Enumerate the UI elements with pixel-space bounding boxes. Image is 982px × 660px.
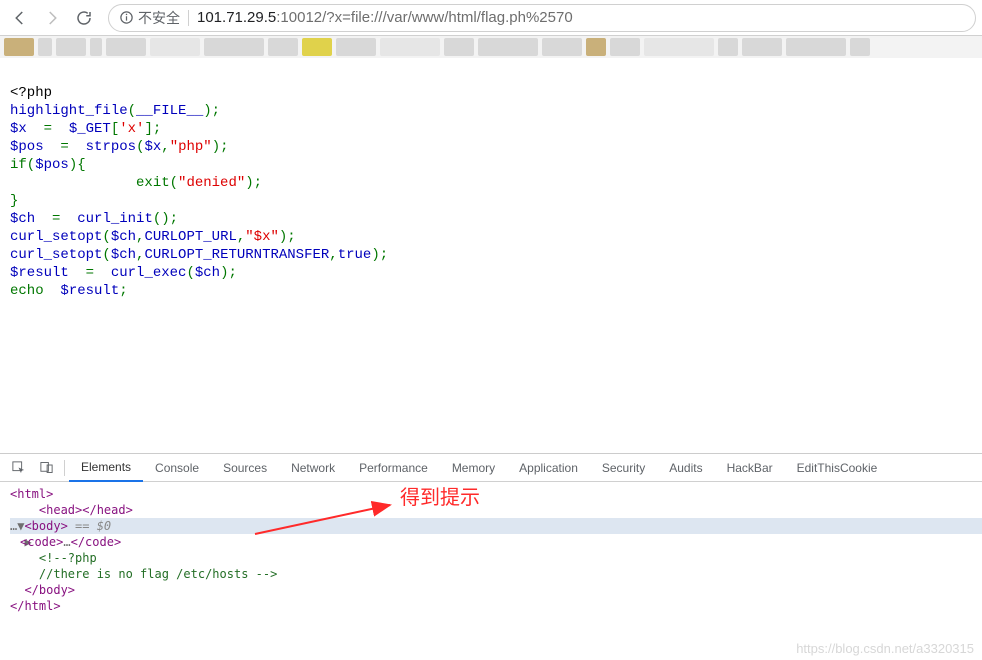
tab-memory[interactable]: Memory [440,454,507,482]
back-button[interactable] [6,4,34,32]
device-icon [39,460,54,475]
address-separator [188,10,189,26]
dom-html-open[interactable]: <html> [10,487,53,501]
dom-comment-l2[interactable]: //there is no flag /etc/hosts --> [10,567,277,581]
code-l1: <?php [10,85,52,101]
tab-console[interactable]: Console [143,454,211,482]
tab-audits[interactable]: Audits [657,454,714,482]
dom-code-row[interactable]: ▶<code>…</code> [10,534,982,550]
watermark: https://blog.csdn.net/a3320315 [796,641,974,656]
annotation-text: 得到提示 [400,490,480,506]
url-host: 101.71.29.5 [197,9,276,26]
insecure-label: 不安全 [138,8,180,28]
device-toolbar-button[interactable] [32,460,60,475]
page-content: <?php highlight_file(__FILE__); $x = $_G… [0,58,982,453]
dom-html-close[interactable]: </html> [10,599,61,613]
tab-hackbar[interactable]: HackBar [715,454,785,482]
info-icon [119,10,134,25]
devtools-panel: Elements Console Sources Network Perform… [0,453,982,660]
address-bar[interactable]: 不安全 101.71.29.5:10012/?x=file:///var/www… [108,4,976,32]
forward-button[interactable] [38,4,66,32]
tab-application[interactable]: Application [507,454,590,482]
reload-icon [75,9,93,27]
arrow-left-icon [11,9,29,27]
dom-head[interactable]: <head></head> [24,503,132,517]
tab-editthiscookie[interactable]: EditThisCookie [785,454,890,482]
tab-elements[interactable]: Elements [69,454,143,482]
insecure-badge[interactable]: 不安全 [119,8,180,28]
tab-strip-blur [0,36,982,58]
reload-button[interactable] [70,4,98,32]
dom-body-close[interactable]: </body> [10,583,75,597]
inspect-icon [11,460,26,475]
inspect-element-button[interactable] [4,460,32,475]
tab-sources[interactable]: Sources [211,454,279,482]
tab-performance[interactable]: Performance [347,454,440,482]
arrow-right-icon [43,9,61,27]
url-path: :10012/?x=file:///var/www/html/flag.ph%2… [276,9,572,26]
devtools-tabbar: Elements Console Sources Network Perform… [0,454,982,482]
tab-network[interactable]: Network [279,454,347,482]
elements-tree[interactable]: <html> <head></head> …▼<body> == $0 ▶<co… [0,482,982,660]
dom-comment-l1[interactable]: <!--?php [10,551,97,565]
url-text: 101.71.29.5:10012/?x=file:///var/www/htm… [197,9,573,26]
browser-toolbar: 不安全 101.71.29.5:10012/?x=file:///var/www… [0,0,982,36]
dom-body-selected[interactable]: …▼<body> == $0 [10,518,982,534]
tab-security[interactable]: Security [590,454,657,482]
